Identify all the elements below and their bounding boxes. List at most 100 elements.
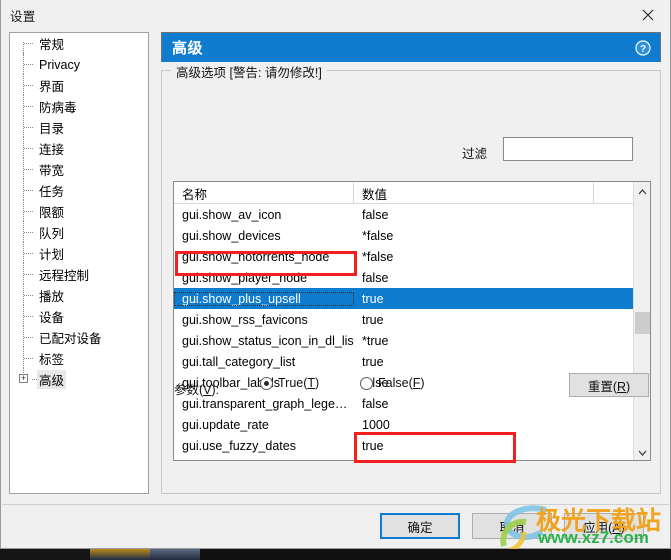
apply-mnemonic: A [612, 520, 621, 535]
sidebar-item-8[interactable]: 限额 [10, 200, 148, 222]
sidebar-item-5[interactable]: 连接 [10, 137, 148, 159]
sidebar-item-label: 播放 [39, 290, 65, 304]
tree-expander-icon[interactable]: + [19, 374, 28, 383]
reset-button[interactable]: 重置(R) [569, 373, 649, 397]
table-row[interactable]: gui.show_plus_upsell true [174, 288, 650, 309]
cell-value: false [362, 396, 389, 411]
radio-false-suffix: ) [420, 376, 425, 390]
apply-button[interactable]: 应用(A) [564, 513, 644, 539]
tree-connector [20, 158, 37, 180]
radio-true-indicator [260, 376, 273, 390]
radio-true-suffix: ) [315, 376, 320, 390]
sidebar-item-label: 目录 [39, 122, 65, 136]
column-header-value[interactable]: 数值 [354, 182, 594, 204]
tree-connector [20, 137, 37, 159]
chevron-down-icon [638, 443, 647, 461]
panel-header: 高级 ? [161, 32, 661, 62]
table-row[interactable]: gui.use_fuzzy_dates true [174, 435, 650, 456]
tree-connector [20, 53, 37, 75]
advanced-options-groupbox: 高级选项 [警告: 请勿修改!] 过滤 名称 数值 gui.show_av_ic… [161, 62, 661, 494]
radio-true[interactable]: True(T) [260, 376, 319, 390]
radio-false-label: False(F) [378, 376, 425, 390]
tree-connector [20, 33, 37, 55]
tree-connector [20, 200, 37, 222]
sidebar-item-16[interactable]: + 高级 [10, 368, 148, 390]
sidebar-item-11[interactable]: 远程控制 [10, 263, 148, 285]
tree-connector [20, 347, 37, 369]
sidebar-item-15[interactable]: 标签 [10, 347, 148, 369]
table-row[interactable]: gui.show_notorrents_node *false [174, 246, 650, 267]
sidebar-item-7[interactable]: 任务 [10, 179, 148, 201]
cell-name: gui.show_rss_favicons [182, 312, 308, 327]
cell-value: *false [362, 249, 394, 264]
apply-suffix: ) [620, 520, 625, 535]
sidebar-item-3[interactable]: 防病毒 [10, 95, 148, 117]
sidebar-item-label: Privacy [39, 57, 80, 72]
cell-name: gui.show_plus_upsell [174, 291, 354, 306]
settings-category-tree[interactable]: 常规 Privacy 界面防病毒目录连接 带宽任务 限额队列计划远程控制播放设备已配对设… [9, 32, 149, 494]
tree-connector [20, 221, 37, 243]
table-row[interactable]: gui.show_status_icon_in_dl_list *true [174, 330, 650, 351]
params-label-suffix: ): [211, 383, 220, 397]
sidebar-item-label: 已配对设备 [39, 332, 102, 346]
table-row[interactable]: gui.show_av_icon false [174, 204, 650, 225]
close-icon [642, 9, 654, 21]
radio-true-mnemonic: T [307, 376, 316, 390]
filter-input[interactable] [503, 137, 633, 161]
cell-name: gui.transparent_graph_lege… [182, 396, 348, 411]
taskbar-thumbnail-1 [90, 549, 150, 560]
scrollbar-thumb[interactable] [635, 312, 650, 334]
reset-button-label: 重置(R) [588, 376, 630, 395]
sidebar-item-label: 界面 [39, 80, 65, 94]
sidebar-item-9[interactable]: 队列 [10, 221, 148, 243]
sidebar-item-label: 远程控制 [39, 269, 90, 283]
table-row[interactable]: gui.show_rss_favicons true [174, 309, 650, 330]
sidebar-item-13[interactable]: 设备 [10, 305, 148, 327]
table-row[interactable]: gui.update_rate 1000 [174, 414, 650, 435]
sidebar-item-label: 计划 [39, 248, 65, 262]
table-row[interactable]: gui.show_devices *false [174, 225, 650, 246]
cell-value: *false [362, 228, 394, 243]
cell-value: false [362, 270, 389, 285]
sidebar-item-10[interactable]: 计划 [10, 242, 148, 264]
sidebar-item-label: 任务 [39, 185, 65, 199]
tree-connector [20, 179, 37, 201]
advanced-panel: 高级 ? 高级选项 [警告: 请勿修改!] 过滤 名称 数值 gui.show_… [161, 32, 661, 494]
sidebar-item-6[interactable]: 带宽 [10, 158, 148, 180]
list-header: 名称 数值 [174, 182, 650, 204]
radio-false-text: False( [378, 376, 413, 390]
advanced-options-list[interactable]: 名称 数值 gui.show_av_icon false gui.show_devi… [173, 181, 651, 461]
taskbar-thumbnail-2 [150, 549, 200, 560]
scroll-down-button[interactable] [634, 443, 650, 460]
sidebar-item-label: 设备 [39, 311, 65, 325]
sidebar-item-1[interactable]: Privacy [10, 53, 148, 75]
help-icon[interactable]: ? [635, 40, 651, 56]
column-header-name[interactable]: 名称 [174, 182, 354, 204]
table-row[interactable]: gui.tall_category_list true [174, 351, 650, 372]
close-button[interactable] [625, 0, 670, 30]
apply-button-label: 应用(A) [583, 517, 625, 536]
list-rows: gui.show_av_icon false gui.show_devices *fa… [174, 204, 650, 456]
cancel-button[interactable]: 取消 [472, 513, 552, 539]
table-row[interactable]: gui.show_player_node false [174, 267, 650, 288]
scroll-up-button[interactable] [634, 182, 650, 199]
reset-mnemonic: R [616, 379, 627, 394]
sidebar-item-label: 连接 [39, 143, 65, 157]
sidebar-item-2[interactable]: 界面 [10, 74, 148, 96]
sidebar-item-label: 队列 [39, 227, 65, 241]
ok-button[interactable]: 确定 [380, 513, 460, 539]
sidebar-item-0[interactable]: 常规 [10, 33, 148, 55]
params-label-text: 参数( [174, 383, 204, 397]
cell-name: gui.use_fuzzy_dates [182, 438, 296, 453]
chevron-up-icon [638, 182, 647, 200]
sidebar-item-4[interactable]: 目录 [10, 116, 148, 138]
sidebar-item-14[interactable]: 已配对设备 [10, 326, 148, 348]
sidebar-item-label: 标签 [39, 353, 65, 367]
sidebar-item-12[interactable]: 播放 [10, 284, 148, 306]
sidebar-item-label: 防病毒 [39, 101, 77, 115]
reset-suffix: ) [626, 379, 631, 394]
radio-false[interactable]: False(F) [360, 376, 425, 390]
list-vertical-scrollbar[interactable] [633, 182, 650, 460]
cell-value: true [362, 312, 384, 327]
cell-name: gui.show_player_node [182, 270, 308, 285]
